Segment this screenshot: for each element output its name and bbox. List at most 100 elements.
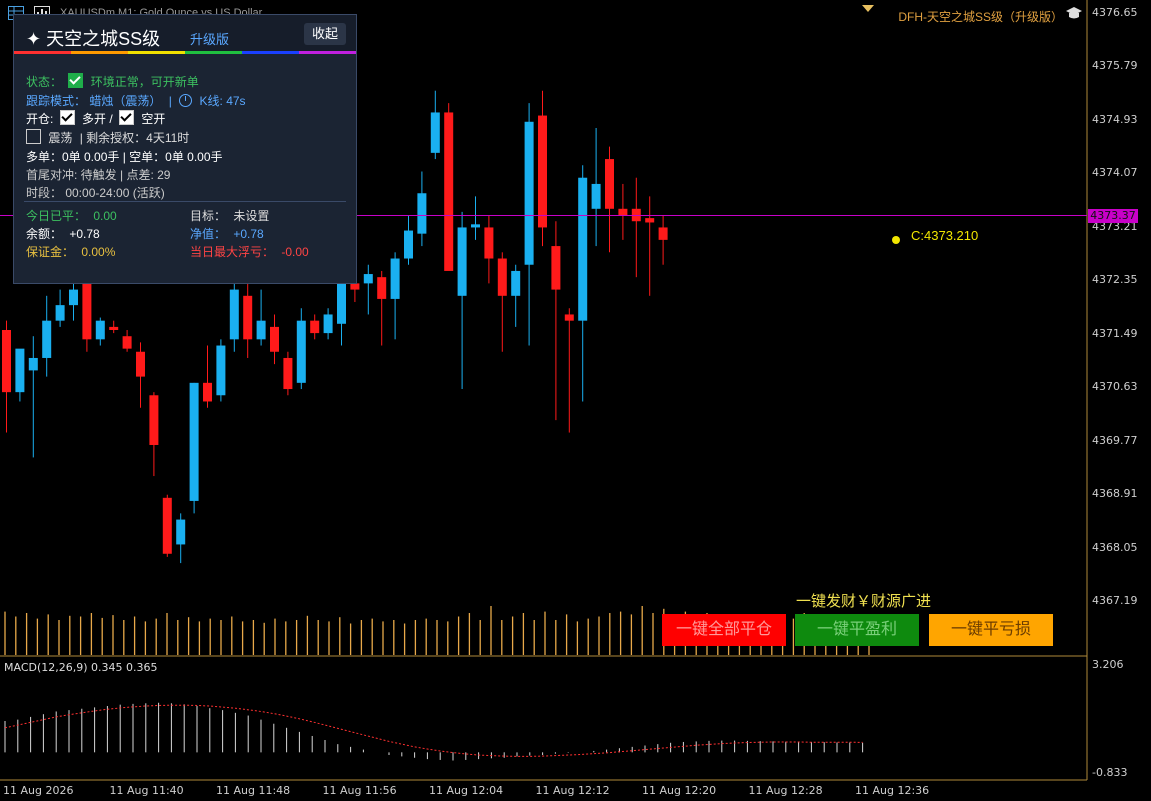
- track-row: 跟踪模式： 蜡烛（震荡） | K线: 47s: [26, 92, 246, 109]
- close-loss-button[interactable]: 一键平亏损: [929, 614, 1053, 646]
- positions-row: 多单：0单 0.00手 | 空单：0单 0.00手: [26, 150, 223, 164]
- today-closed-value: 0.00: [93, 209, 117, 223]
- panel-title: ✦ 天空之城SS级: [26, 29, 161, 49]
- macd-label: MACD(12,26,9) 0.345 0.365: [4, 661, 158, 674]
- promo-text: 一键发财￥财源广进: [796, 594, 932, 610]
- margin: 保证金： 0.00%: [26, 243, 115, 260]
- candle-body: [216, 345, 226, 396]
- clock-icon: [179, 94, 193, 107]
- status-label: 状态：: [26, 75, 63, 89]
- candle-body: [203, 382, 212, 402]
- price-axis-label: 4369.77: [1092, 433, 1138, 447]
- close-profit-button[interactable]: 一键平盈利: [795, 614, 919, 646]
- time-axis-label: 11 Aug 12:36: [855, 784, 930, 797]
- candle-body: [538, 115, 547, 228]
- candle-body: [69, 289, 78, 306]
- candle-body: [323, 314, 333, 334]
- time-axis-label: 11 Aug 11:56: [322, 784, 397, 797]
- equity: 净值： +0.78: [190, 225, 264, 242]
- candle-body: [55, 305, 65, 321]
- candle-body: [471, 224, 480, 228]
- candle-body: [645, 218, 655, 223]
- time-axis-label: 11 Aug 12:04: [429, 784, 504, 797]
- margin-label: 保证金：: [26, 245, 75, 259]
- short-label: 空开: [141, 112, 166, 126]
- equity-value: +0.78: [233, 227, 264, 241]
- range-checkbox[interactable]: [26, 129, 41, 144]
- long-checkbox[interactable]: [59, 110, 75, 125]
- candle-body: [149, 395, 159, 445]
- range-label: 震荡: [48, 131, 73, 145]
- candle-body: [658, 227, 668, 240]
- candle-body: [189, 382, 199, 501]
- collapse-button[interactable]: 收起: [304, 23, 346, 45]
- candle-body: [136, 351, 145, 377]
- ea-panel: ✦ 天空之城SS级 升级版 收起 状态： 环境正常，可开新单 跟踪模式： 蜡烛（…: [13, 14, 357, 284]
- candle-body: [229, 289, 239, 340]
- time-axis-label: 11 Aug 12:12: [535, 784, 610, 797]
- price-axis-label: 4372.35: [1092, 273, 1138, 287]
- candle-body: [296, 320, 306, 383]
- candle-body: [310, 320, 320, 334]
- candle-body: [363, 274, 373, 284]
- hedge-row: 首尾对冲: 待触发 | 点差: 29: [26, 168, 171, 182]
- candle-body: [591, 183, 601, 209]
- candle-body: [618, 208, 628, 216]
- candle-body: [162, 497, 172, 554]
- balance: 余额： +0.78: [26, 225, 100, 242]
- time-axis-label: 11 Aug 11:40: [109, 784, 184, 797]
- candle-body: [15, 348, 25, 393]
- candle-body: [551, 246, 561, 290]
- candle-body: [256, 320, 266, 340]
- macd-axis-top: 3.206: [1092, 658, 1124, 671]
- candle-body: [497, 258, 507, 296]
- panel-header: ✦ 天空之城SS级 升级版 收起: [14, 15, 356, 51]
- target-label: 目标：: [190, 209, 227, 223]
- long-label: 多开 /: [82, 112, 113, 126]
- shift-marker-icon[interactable]: [862, 0, 874, 18]
- candle-body: [404, 230, 413, 259]
- rainbow-bar: [14, 51, 356, 54]
- track-label: 跟踪模式：: [26, 94, 87, 108]
- candle-body: [337, 283, 346, 324]
- margin-value: 0.00%: [81, 245, 116, 259]
- license-label: | 剩余授权：4天11时: [79, 131, 190, 145]
- current-price-tag: 4373.37: [1088, 209, 1138, 223]
- macd-axis-bottom: -0.833: [1092, 766, 1128, 779]
- close-label: C:4373.210: [911, 228, 979, 243]
- candle-body: [2, 329, 11, 393]
- candle-body: [28, 357, 38, 371]
- candle-body: [95, 320, 105, 340]
- candle-body: [243, 295, 253, 340]
- candle-body: [176, 519, 186, 545]
- graduation-cap-icon: [1066, 6, 1082, 20]
- close-all-button[interactable]: 一键全部平仓: [662, 614, 786, 646]
- price-axis-label: 4374.93: [1092, 112, 1138, 126]
- candle-body: [42, 320, 52, 358]
- time-axis-label: 11 Aug 12:20: [642, 784, 717, 797]
- today-closed: 今日已平： 0.00: [26, 207, 117, 224]
- candle-body: [109, 326, 119, 330]
- short-checkbox[interactable]: [119, 110, 135, 125]
- candle-body: [283, 357, 293, 390]
- upgrade-badge: 升级版: [190, 32, 230, 47]
- macd-signal-line: [4, 704, 863, 757]
- status-value: 环境正常，可开新单: [90, 75, 199, 89]
- range-row: 震荡 | 剩余授权：4天11时: [26, 129, 189, 146]
- max-float: 当日最大浮亏： -0.00: [190, 243, 309, 260]
- candle-body: [444, 112, 454, 271]
- max-float-label: 当日最大浮亏：: [190, 245, 275, 259]
- status-check-icon: [68, 73, 84, 88]
- time-axis-label: 11 Aug 12:28: [748, 784, 823, 797]
- open-row: 开仓: 多开 / 空开: [26, 110, 165, 127]
- candle-body: [524, 121, 534, 265]
- candle-body: [377, 277, 387, 299]
- candle-body: [578, 177, 588, 321]
- candle-body: [564, 314, 574, 321]
- candle-body: [430, 112, 440, 153]
- price-axis-label: 4375.79: [1092, 59, 1138, 73]
- track-separator: |: [168, 94, 172, 108]
- balance-label: 余额：: [26, 227, 63, 241]
- kline-value: K线: 47s: [199, 94, 246, 108]
- price-axis-label: 4368.05: [1092, 540, 1138, 554]
